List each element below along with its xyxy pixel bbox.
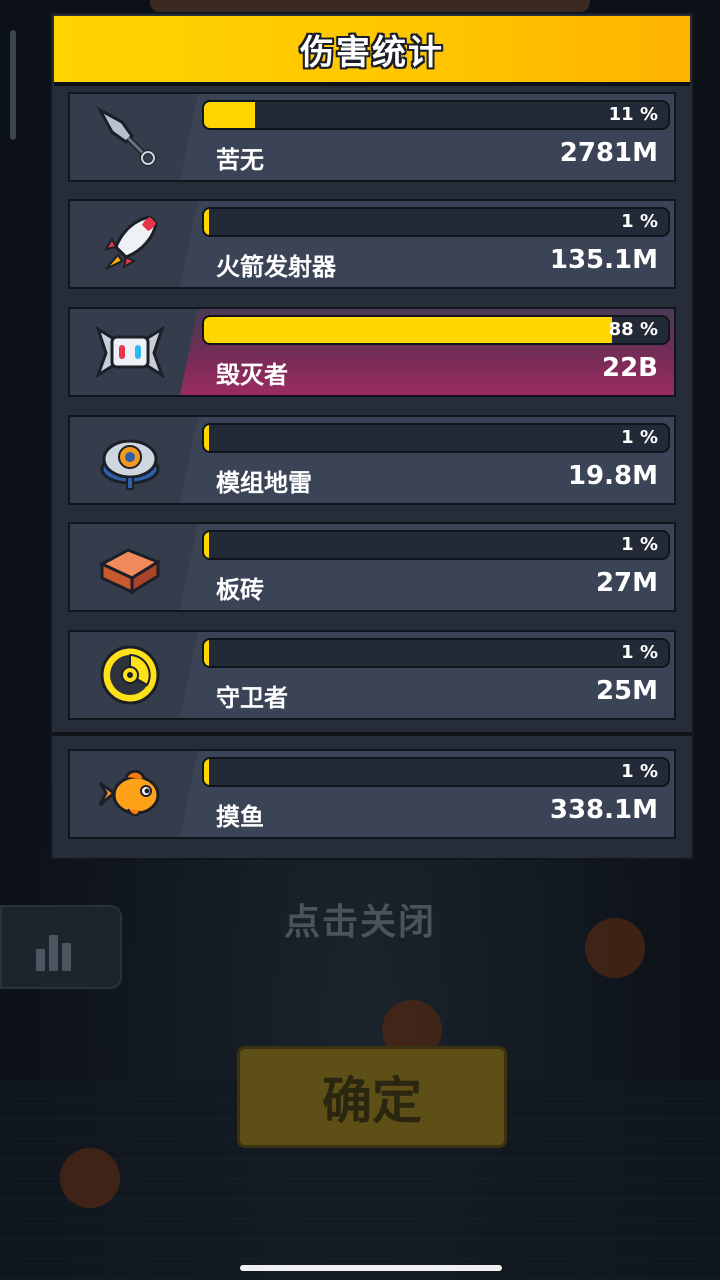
damage-row-extra: 1 % 摸鱼 338.1M (68, 749, 676, 839)
damage-progress-fill (204, 759, 209, 785)
damage-percent: 88 % (608, 319, 658, 340)
damage-value: 2781M (559, 138, 658, 168)
damage-value: 19.8M (567, 461, 658, 491)
damage-percent: 1 % (621, 534, 658, 555)
damage-row: 1 % 守卫者 25M (68, 630, 676, 720)
damage-progress-bar: 1 % (202, 638, 670, 668)
damage-progress-bar: 1 % (202, 423, 670, 453)
confirm-button[interactable]: 确定 (237, 1046, 507, 1148)
damage-progress-bar: 1 % (202, 207, 670, 237)
weapon-name: 苦无 (216, 146, 264, 174)
weapon-name: 摸鱼 (216, 803, 264, 831)
damage-progress-fill (204, 102, 256, 128)
damage-value: 27M (595, 568, 658, 598)
damage-percent: 1 % (621, 427, 658, 448)
damage-progress-fill (204, 640, 209, 666)
panel-title: 伤害统计 (300, 32, 444, 73)
damage-progress-bar: 88 % (202, 315, 670, 345)
weapon-name: 模组地雷 (216, 469, 312, 497)
damage-value: 135.1M (549, 245, 658, 275)
damage-row: 1 % 火箭发射器 135.1M (68, 199, 676, 289)
landmine-icon (100, 439, 160, 490)
kunai-icon (96, 106, 156, 166)
scrollbar[interactable] (10, 30, 16, 140)
weapon-name: 火箭发射器 (216, 253, 336, 281)
weapon-name: 板砖 (216, 576, 264, 604)
brick-icon (98, 548, 162, 595)
damage-row: 1 % 模组地雷 19.8M (68, 415, 676, 505)
damage-value: 22B (602, 353, 658, 383)
damage-row: 1 % 板砖 27M (68, 522, 676, 612)
guardian-shield-icon (100, 645, 160, 705)
goldfish-icon (98, 769, 160, 817)
background-orb (60, 1148, 120, 1208)
damage-progress-fill (204, 532, 209, 558)
weapon-name: 守卫者 (216, 684, 288, 712)
damage-progress-bar: 1 % (202, 757, 670, 787)
section-divider (52, 732, 692, 736)
home-indicator (240, 1265, 502, 1271)
background-top-banner (150, 0, 590, 12)
damage-percent: 11 % (608, 104, 658, 125)
damage-value: 338.1M (549, 795, 658, 825)
damage-value: 25M (595, 676, 658, 706)
damage-progress-bar: 1 % (202, 530, 670, 560)
damage-progress-fill (204, 317, 613, 343)
destroyer-drone-icon (95, 325, 165, 379)
damage-row-highlighted: 88 % 毁灭者 22B (68, 307, 676, 397)
damage-row: 11 % 苦无 2781M (68, 92, 676, 182)
panel-header: 伤害统计 (54, 16, 690, 86)
close-hint[interactable]: 点击关闭 (0, 893, 720, 945)
rocket-icon (103, 215, 158, 270)
damage-progress-fill (204, 209, 209, 235)
confirm-button-label: 确定 (322, 1072, 422, 1130)
damage-percent: 1 % (621, 761, 658, 782)
damage-progress-bar: 11 % (202, 100, 670, 130)
damage-percent: 1 % (621, 642, 658, 663)
damage-percent: 1 % (621, 211, 658, 232)
weapon-name: 毁灭者 (216, 361, 288, 389)
damage-progress-fill (204, 425, 209, 451)
